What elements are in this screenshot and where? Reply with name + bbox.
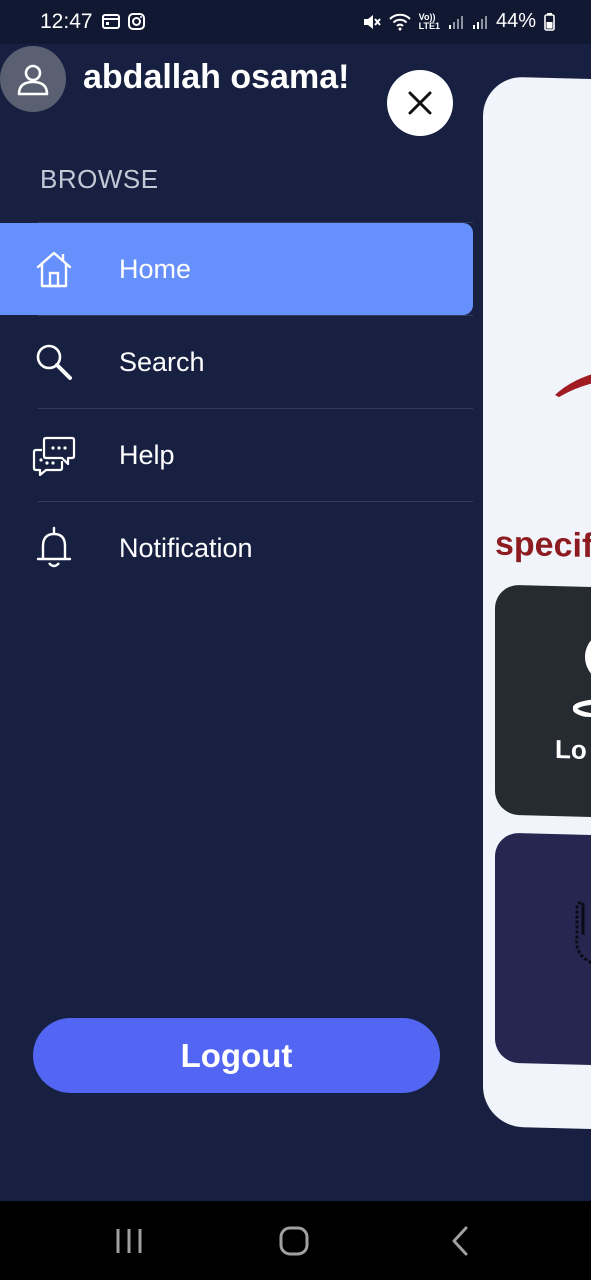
calendar-icon: [102, 13, 120, 35]
chat-help-icon: [32, 433, 76, 477]
status-time: 12:47: [40, 10, 93, 33]
location-pin-icon: [573, 631, 591, 718]
wifi-icon: [388, 13, 411, 31]
status-left-icons: [102, 13, 145, 35]
logo-fragment-icon: [555, 368, 591, 398]
drawer-menu: Home Search Help Notification: [0, 222, 474, 594]
volte-icon: Vo)) LTE1: [418, 11, 440, 31]
drawer-item-label: Help: [119, 439, 175, 470]
navigation-drawer: abdallah osama! BROWSE Home Search Help …: [0, 44, 480, 1201]
drawer-item-label: Home: [119, 253, 192, 284]
screen: 12:47 Vo)) LTE1 44% specif Lo abdallah o…: [0, 0, 591, 1280]
signal-icon: [448, 14, 464, 30]
home-icon: [32, 247, 76, 291]
logout-button[interactable]: Logout: [33, 1018, 440, 1093]
close-drawer-button[interactable]: [387, 70, 453, 136]
status-right-icons: Vo)) LTE1 44%: [361, 10, 555, 33]
background-tile-location[interactable]: Lo: [495, 584, 591, 819]
avatar[interactable]: [0, 46, 66, 112]
mute-icon: [361, 12, 381, 32]
close-icon: [408, 91, 432, 115]
recent-apps-icon[interactable]: [114, 1223, 144, 1264]
drawer-item-label: Notification: [119, 532, 253, 563]
system-nav-bar: [0, 1201, 591, 1280]
background-tile-second[interactable]: [495, 832, 591, 1067]
signal-icon: [472, 14, 488, 30]
background-screen-card: specif Lo: [483, 76, 591, 1130]
bell-icon: [32, 526, 76, 570]
background-tile-label: Lo: [555, 734, 587, 765]
home-button-icon[interactable]: [278, 1223, 310, 1264]
battery-icon: [544, 12, 555, 31]
search-icon: [32, 340, 76, 384]
background-title: specif: [495, 524, 591, 566]
username: abdallah osama!: [83, 58, 350, 96]
drawer-item-notification[interactable]: Notification: [0, 502, 474, 594]
section-title-browse: BROWSE: [40, 164, 159, 194]
back-icon[interactable]: [446, 1223, 474, 1264]
hand-icon: [575, 901, 591, 967]
status-bar: 12:47 Vo)) LTE1 44%: [0, 0, 591, 44]
drawer-item-label: Search: [119, 346, 205, 377]
user-icon: [17, 64, 49, 96]
drawer-item-help[interactable]: Help: [0, 409, 474, 501]
battery-percent: 44%: [495, 10, 536, 32]
instagram-icon: [128, 13, 145, 35]
drawer-item-home[interactable]: Home: [0, 223, 473, 315]
drawer-item-search[interactable]: Search: [0, 316, 474, 408]
